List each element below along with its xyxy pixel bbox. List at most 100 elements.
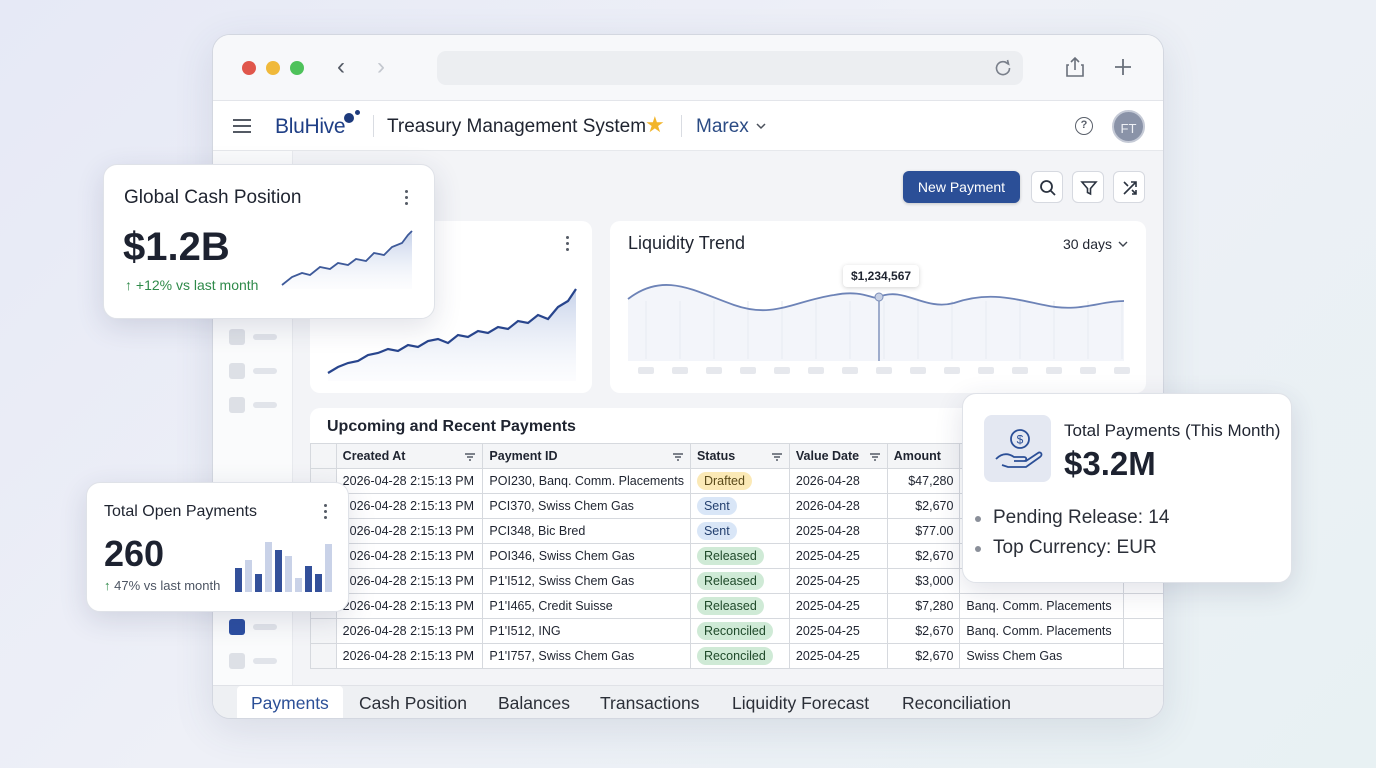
search-button[interactable] — [1031, 171, 1063, 203]
rail-item[interactable] — [229, 653, 245, 669]
column-label: Value Date — [795, 449, 860, 463]
avatar[interactable]: FT — [1112, 110, 1145, 143]
filter-icon — [1080, 181, 1098, 196]
payment-id-cell[interactable]: P1'I757, Swiss Chem Gas — [482, 643, 691, 669]
counterparty-cell: Swiss Chem Gas — [959, 643, 1124, 669]
browser-window: ‹ › BluHive Treasury Management System ★… — [212, 34, 1164, 719]
rail-item[interactable] — [229, 363, 245, 379]
divider — [681, 115, 682, 137]
filter-icon[interactable] — [464, 452, 476, 462]
payment-id-cell[interactable]: POI230, Banq. Comm. Placements — [482, 468, 691, 494]
close-window-button[interactable] — [242, 61, 256, 75]
value-date-cell: 2025-04-25 — [788, 643, 888, 669]
status-badge: Released — [696, 547, 764, 565]
table-title: Upcoming and Recent Payments — [327, 418, 576, 435]
sort-icon — [1123, 181, 1137, 195]
table-row[interactable]: 2026-04-28 2:15:13 PM P1'I512, ING Reconci… — [310, 618, 1163, 644]
chevron-down-icon[interactable] — [755, 120, 767, 132]
payment-id-cell[interactable]: P1'I512, ING — [482, 618, 691, 644]
reload-icon[interactable] — [993, 58, 1013, 78]
value-date-cell: 2026-04-28 — [788, 493, 888, 519]
tab-transactions[interactable]: Transactions — [586, 686, 714, 718]
table-row[interactable]: 2026-04-28 2:15:13 PM P1'I465, Credit Sui… — [310, 593, 1163, 619]
value-date-cell: 2025-04-25 — [788, 593, 888, 619]
column-header[interactable]: Value Date — [788, 443, 888, 469]
divider — [373, 115, 374, 137]
status-badge: Reconciled — [696, 622, 773, 640]
range-selector[interactable]: 30 days — [1063, 236, 1112, 252]
amount-cell: $2,670 — [886, 618, 961, 644]
open-payments-card[interactable]: Total Open Payments 260 ↑ 47% vs last mo… — [86, 482, 349, 612]
svg-text:$: $ — [1017, 433, 1024, 447]
status-cell: Sent — [689, 493, 790, 519]
more-icon[interactable] — [405, 190, 409, 208]
row-select[interactable] — [310, 618, 337, 644]
filter-icon[interactable] — [869, 452, 881, 462]
amount-cell: $3,000 — [886, 568, 961, 594]
minimize-window-button[interactable] — [266, 61, 280, 75]
status-badge: Released — [696, 572, 764, 590]
tab-payments[interactable]: Payments — [237, 686, 343, 718]
tab-cash-position[interactable]: Cash Position — [345, 686, 481, 718]
select-column-header[interactable] — [310, 443, 337, 469]
value-date-cell: 2026-04-28 — [788, 468, 888, 494]
hamburger-icon[interactable] — [232, 117, 252, 135]
star-icon[interactable]: ★ — [645, 112, 665, 138]
rail-item-active[interactable] — [229, 619, 245, 635]
delta-text: +12% vs last month — [135, 277, 259, 293]
payment-id-cell[interactable]: PCI348, Bic Bred — [482, 518, 691, 544]
rail-item[interactable] — [229, 329, 245, 345]
new-payment-button[interactable]: New Payment — [903, 171, 1020, 203]
tab-reconciliation[interactable]: Reconciliation — [888, 686, 1025, 718]
column-label: Status — [696, 449, 736, 463]
column-label: Created At — [342, 449, 406, 463]
share-icon[interactable] — [1063, 55, 1087, 79]
rail-item[interactable] — [229, 397, 245, 413]
status-cell: Released — [689, 593, 790, 619]
more-icon[interactable] — [566, 236, 570, 254]
total-payments-card[interactable]: $ Total Payments (This Month) $3.2M Pend… — [962, 393, 1292, 583]
created-cell: 2026-04-28 2:15:13 PM — [335, 518, 484, 544]
row-select[interactable] — [310, 643, 337, 669]
amount-cell: $2,670 — [886, 493, 961, 519]
filter-icon[interactable] — [771, 452, 783, 462]
empty-cell — [1122, 593, 1163, 619]
sort-button[interactable] — [1113, 171, 1145, 203]
browser-chrome: ‹ › — [213, 35, 1163, 101]
tab-balances[interactable]: Balances — [484, 686, 584, 718]
back-icon[interactable]: ‹ — [337, 55, 345, 79]
total-value: $3.2M — [1064, 445, 1156, 482]
column-header[interactable]: Created At — [335, 443, 484, 469]
app-title: Treasury Management System — [387, 116, 647, 137]
payment-id-cell[interactable]: P1'I512, Swiss Chem Gas — [482, 568, 691, 594]
app-header: BluHive Treasury Management System ★ Mar… — [213, 101, 1163, 151]
tab-liquidity-forecast[interactable]: Liquidity Forecast — [718, 686, 883, 718]
maximize-window-button[interactable] — [290, 61, 304, 75]
entity-selector[interactable]: Marex — [696, 116, 749, 138]
created-cell: 2026-04-28 2:15:13 PM — [335, 643, 484, 669]
plus-icon[interactable] — [1111, 55, 1135, 79]
payment-id-cell[interactable]: POI346, Swiss Chem Gas — [482, 543, 691, 569]
filter-button[interactable] — [1072, 171, 1104, 203]
arrow-up-icon: ↑ — [104, 578, 111, 593]
column-header[interactable]: Payment ID — [482, 443, 691, 469]
status-cell: Released — [689, 543, 790, 569]
counterparty-cell: Banq. Comm. Placements — [959, 593, 1124, 619]
more-icon[interactable] — [324, 504, 328, 522]
global-cash-card[interactable]: Global Cash Position $1.2B ↑ +12% vs las… — [103, 164, 435, 319]
top-currency-item: Top Currency: EUR — [975, 537, 1157, 558]
card-title: Total Payments (This Month) — [1064, 421, 1281, 440]
column-header[interactable]: Amount — [886, 443, 961, 469]
payment-id-cell[interactable]: P1'I465, Credit Suisse — [482, 593, 691, 619]
forward-icon[interactable]: › — [377, 55, 385, 79]
column-header[interactable]: Status — [689, 443, 790, 469]
payment-id-cell[interactable]: PCI370, Swiss Chem Gas — [482, 493, 691, 519]
status-badge: Drafted — [696, 472, 752, 490]
filter-icon[interactable] — [672, 452, 684, 462]
chevron-down-icon[interactable] — [1118, 239, 1128, 249]
brand-logo[interactable]: BluHive — [275, 115, 346, 139]
amount-cell: $47,280 — [886, 468, 961, 494]
address-bar[interactable] — [437, 51, 1023, 85]
help-icon[interactable]: ? — [1075, 117, 1093, 135]
table-row[interactable]: 2026-04-28 2:15:13 PM P1'I757, Swiss Chem… — [310, 643, 1163, 669]
